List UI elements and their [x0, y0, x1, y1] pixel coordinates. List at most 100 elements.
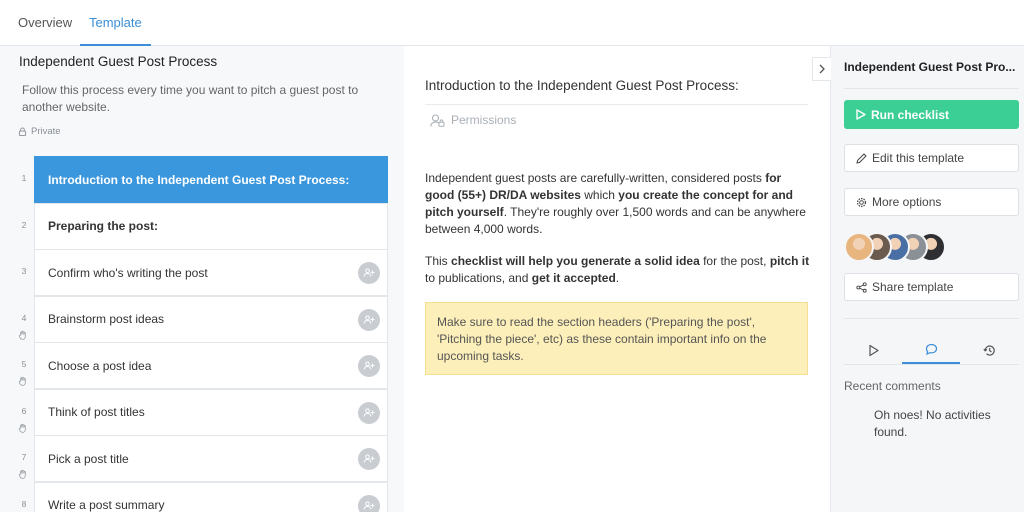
- lock-icon: [18, 127, 27, 136]
- checklist-paragraph: This checklist will help you generate a …: [425, 253, 810, 287]
- assign-user-icon: [363, 454, 375, 463]
- callout-box: Make sure to read the section headers ('…: [425, 302, 808, 375]
- bold-text: get it accepted: [531, 271, 616, 285]
- task-label: Confirm who's writing the post: [48, 265, 208, 280]
- task-number: 6: [21, 405, 27, 416]
- task-row[interactable]: 5 Choose a post idea: [0, 342, 404, 389]
- stop-hand-icon: [18, 376, 26, 386]
- run-checklist-label: Run checklist: [871, 107, 950, 122]
- text-run: for the post,: [699, 254, 770, 268]
- edit-template-button[interactable]: Edit this template: [844, 144, 1019, 172]
- task-row[interactable]: 1 Introduction to the Independent Guest P…: [0, 156, 404, 203]
- step-divider: [425, 104, 808, 105]
- permissions-label: Permissions: [451, 113, 517, 127]
- assign-button[interactable]: [358, 355, 380, 377]
- chevron-right-icon: [819, 64, 825, 74]
- task-label: Think of post titles: [48, 405, 145, 419]
- comment-icon: [925, 343, 937, 356]
- run-checklist-button[interactable]: Run checklist: [844, 100, 1019, 129]
- tab-activity[interactable]: [844, 337, 902, 364]
- task-label: Write a post summary: [48, 498, 165, 512]
- share-icon: [856, 281, 867, 293]
- text-run: Independent guest posts are carefully-wr…: [425, 171, 766, 185]
- task-number: 5: [21, 359, 27, 369]
- assign-button[interactable]: [358, 308, 380, 331]
- text-run: .: [615, 271, 620, 285]
- stop-hand-icon: [18, 423, 26, 433]
- history-icon: [982, 345, 995, 356]
- edit-template-label: Edit this template: [872, 151, 965, 165]
- top-tab-bar: Overview Template: [0, 0, 1024, 46]
- task-row[interactable]: 8 Write a post summary: [0, 481, 404, 512]
- play-icon: [868, 344, 879, 357]
- sidebar-divider: [844, 318, 1019, 319]
- task-label: Pick a post title: [48, 451, 129, 466]
- template-task-panel: Independent Guest Post Process Follow th…: [0, 46, 404, 512]
- task-card[interactable]: Write a post summary: [34, 481, 388, 512]
- gear-icon: [856, 197, 867, 207]
- task-row[interactable]: 3 Confirm who's writing the post: [0, 249, 404, 296]
- share-template-button[interactable]: Share template: [844, 273, 1019, 301]
- intro-paragraph: Independent guest posts are carefully-wr…: [425, 170, 810, 238]
- tab-template[interactable]: Template: [80, 0, 151, 46]
- task-card[interactable]: Pick a post title: [34, 435, 388, 482]
- task-card[interactable]: Preparing the post:: [34, 202, 388, 250]
- step-title: Introduction to the Independent Guest Po…: [425, 78, 739, 93]
- assign-button[interactable]: [358, 494, 380, 512]
- stop-hand-icon: [18, 420, 28, 433]
- text-run: which: [580, 188, 619, 202]
- task-row[interactable]: 4 Brainstorm post ideas: [0, 295, 404, 343]
- privacy-label: Private: [31, 126, 61, 137]
- task-label: Preparing the post:: [48, 219, 159, 233]
- tab-comments[interactable]: [902, 337, 960, 364]
- task-number: 4: [21, 312, 27, 323]
- task-number: 2: [21, 219, 27, 230]
- task-number: 7: [21, 452, 27, 462]
- task-card[interactable]: Choose a post idea: [34, 342, 388, 389]
- avatar[interactable]: [844, 232, 874, 262]
- stop-hand-icon: [18, 330, 26, 340]
- task-number: 3: [21, 266, 27, 276]
- assign-button[interactable]: [358, 262, 380, 284]
- play-icon: [856, 109, 866, 120]
- task-number: 1: [21, 173, 27, 183]
- task-row[interactable]: 6 Think of post titles: [0, 388, 404, 436]
- more-options-label: More options: [872, 195, 942, 209]
- empty-state-message: Oh noes! No activities found.: [874, 408, 991, 439]
- more-options-button[interactable]: More options: [844, 188, 1019, 216]
- task-card[interactable]: Brainstorm post ideas: [34, 295, 388, 343]
- pencil-icon: [856, 152, 867, 164]
- task-list: 1 Introduction to the Independent Guest P…: [0, 156, 404, 512]
- template-description: Follow this process every time you want …: [22, 83, 359, 114]
- sidebar-divider: [844, 88, 1019, 89]
- sidebar-tabs: [844, 337, 1019, 365]
- tab-overview[interactable]: Overview: [18, 0, 72, 46]
- assign-user-icon: [363, 501, 375, 510]
- privacy-indicator: Private: [18, 126, 61, 137]
- task-row[interactable]: 2 Preparing the post:: [0, 202, 404, 250]
- stop-hand-icon: [18, 469, 26, 479]
- bold-text: pitch it: [769, 254, 810, 268]
- assign-user-icon: [363, 361, 375, 370]
- text-run: This: [425, 254, 452, 268]
- task-detail-panel: Introduction to the Independent Guest Po…: [404, 46, 830, 512]
- sidebar-template-title: Independent Guest Post Pro...: [844, 60, 1016, 74]
- stop-hand-icon: [18, 373, 28, 386]
- task-label: Introduction to the Independent Guest Po…: [48, 172, 350, 187]
- collapse-sidebar-button[interactable]: [812, 57, 831, 81]
- tab-history[interactable]: [960, 337, 1018, 364]
- permissions-button[interactable]: Permissions: [430, 113, 516, 127]
- task-card[interactable]: Confirm who's writing the post: [34, 249, 388, 296]
- assign-user-icon: [363, 408, 375, 417]
- assign-user-icon: [363, 315, 375, 324]
- task-card[interactable]: Introduction to the Independent Guest Po…: [34, 156, 388, 203]
- assign-button[interactable]: [358, 401, 380, 424]
- stop-hand-icon: [18, 466, 28, 479]
- task-number: 8: [21, 498, 27, 509]
- right-sidebar: Independent Guest Post Pro... Run checkl…: [830, 46, 1024, 512]
- task-row[interactable]: 7 Pick a post title: [0, 435, 404, 482]
- assign-button[interactable]: [358, 448, 380, 470]
- member-avatars[interactable]: [844, 232, 946, 262]
- assign-user-icon: [363, 268, 375, 277]
- task-card[interactable]: Think of post titles: [34, 388, 388, 436]
